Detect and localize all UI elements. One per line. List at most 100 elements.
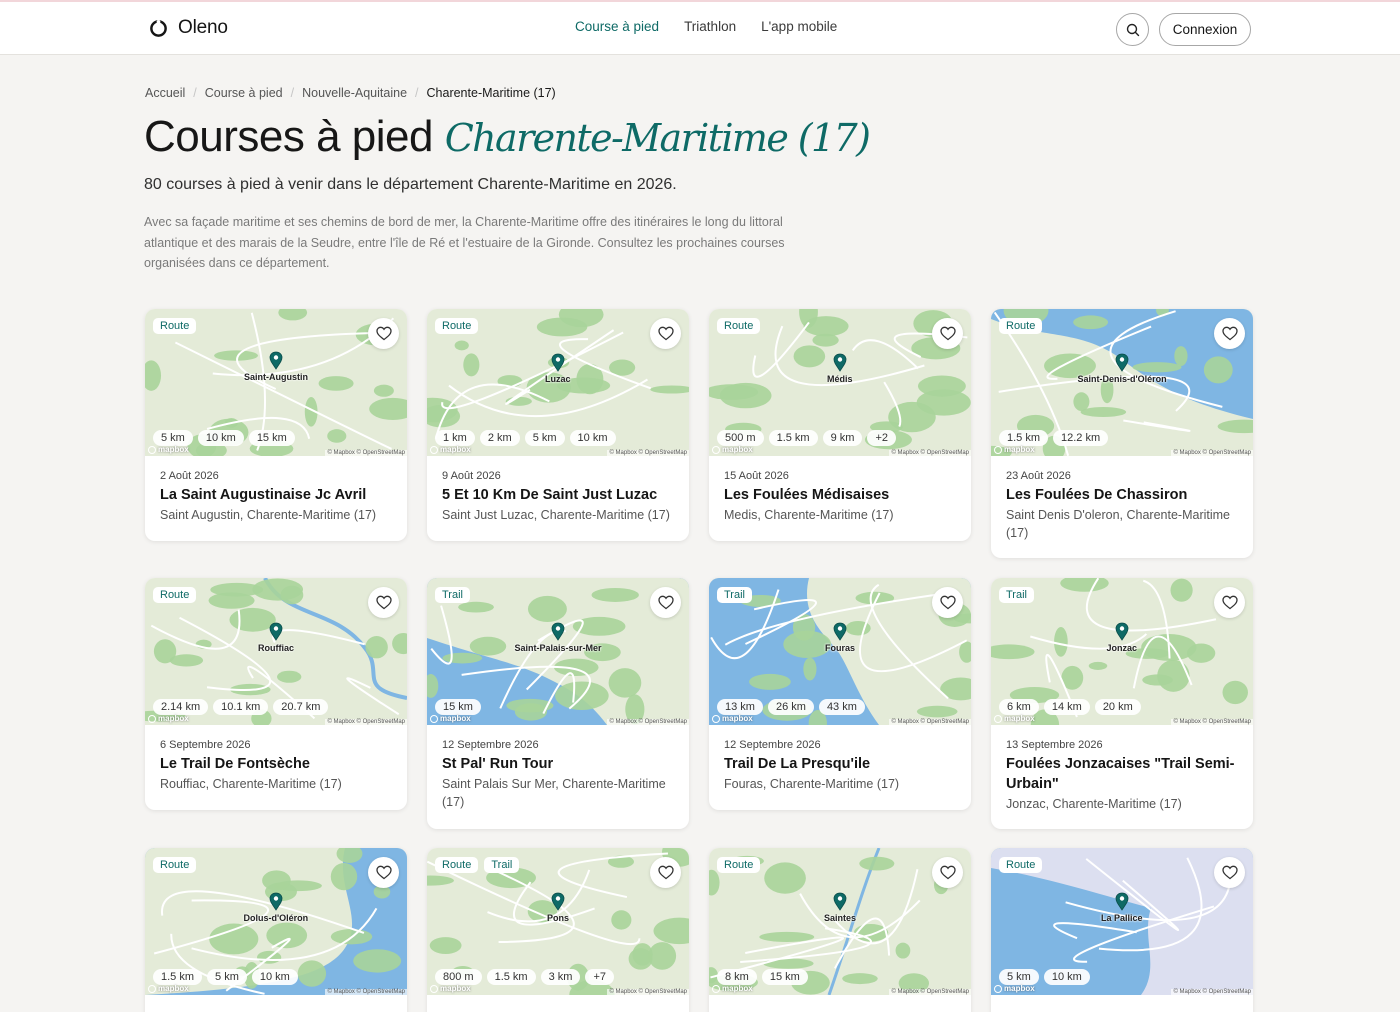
mapbox-logo: mapbox <box>430 714 471 723</box>
distance-chip: 13 km <box>717 699 763 715</box>
mapbox-logo: mapbox <box>994 445 1035 454</box>
distance-chip: 43 km <box>818 699 865 715</box>
distance-chip: 500 m <box>717 430 764 446</box>
race-card[interactable]: Route Saint-Denis-d'Oléron 1.5 km 12.2 km ma… <box>991 309 1253 558</box>
race-card[interactable]: Route Médis 500 m 1.5 km 9 km +2 mapbox © Mapbo… <box>709 309 971 541</box>
mapbox-icon <box>148 445 156 454</box>
nav-running[interactable]: Course à pied <box>575 19 659 34</box>
map-attribution[interactable]: © Mapbox © OpenStreetMap <box>607 719 689 725</box>
map-attribution[interactable]: © Mapbox © OpenStreetMap <box>1171 450 1253 456</box>
favorite-button[interactable] <box>932 318 963 349</box>
race-type-tag: Route <box>153 587 197 603</box>
race-title[interactable]: Foulées Jonzacaises "Trail Semi-Urbain" <box>1006 754 1238 794</box>
map-attribution[interactable]: © Mapbox © OpenStreetMap <box>889 989 971 995</box>
breadcrumb-running[interactable]: Course à pied <box>205 86 283 100</box>
map-attribution[interactable]: © Mapbox © OpenStreetMap <box>607 450 689 456</box>
mapbox-label: mapbox <box>1004 714 1035 723</box>
favorite-button[interactable] <box>932 857 963 888</box>
heart-icon <box>939 595 956 610</box>
race-date: 13 Septembre 2026 <box>1006 739 1103 751</box>
favorite-button[interactable] <box>1214 587 1245 618</box>
favorite-button[interactable] <box>932 587 963 618</box>
distance-list: 1 km 2 km 5 km 10 km <box>435 430 616 446</box>
race-card[interactable]: Route Luzac 1 km 2 km 5 km 10 km mapbox © Mapbo… <box>427 309 689 541</box>
map-place-label: Saint-Palais-sur-Mer <box>514 643 602 653</box>
map-place-label: Luzac <box>545 374 571 384</box>
map-place-label: Rouffiac <box>258 643 294 653</box>
race-card[interactable]: Route La Pallice 5 km 10 km mapbox © Mapbox ©… <box>991 848 1253 1012</box>
race-type-tag: Route <box>435 857 479 873</box>
race-card-body: 6 Septembre 2026 Le Trail De Fontsèche Rou… <box>145 725 407 807</box>
race-map: Trail Fouras 13 km 26 km 43 km mapbox © Mapbox… <box>709 578 971 725</box>
race-location: Rouffiac, Charente-Maritime (17) <box>160 777 342 791</box>
site-header: Oleno Course à pied Triathlon L'app mobi… <box>0 2 1400 55</box>
map-place-label: La Pallice <box>1101 913 1143 923</box>
favorite-button[interactable] <box>1214 318 1245 349</box>
mapbox-label: mapbox <box>722 445 753 454</box>
favorite-button[interactable] <box>650 587 681 618</box>
distance-chip: 10 km <box>197 430 244 446</box>
map-attribution[interactable]: © Mapbox © OpenStreetMap <box>325 989 407 995</box>
map-attribution[interactable]: © Mapbox © OpenStreetMap <box>325 719 407 725</box>
race-title[interactable]: La Saint Augustinaise Jc Avril <box>160 485 392 505</box>
distance-chip: 9 km <box>822 430 863 446</box>
race-card[interactable]: Route Trail Pons 800 m 1.5 km 3 km +7 mapbox © M… <box>427 848 689 1012</box>
race-map: Route Saint-Augustin 5 km 10 km 15 km mapbox ©… <box>145 309 407 456</box>
race-tags: Trail <box>999 587 1034 603</box>
race-card[interactable]: Route Saintes 8 km 15 km mapbox © Mapbox © Op… <box>709 848 971 1012</box>
favorite-button[interactable] <box>368 857 399 888</box>
favorite-button[interactable] <box>1214 857 1245 888</box>
favorite-button[interactable] <box>368 587 399 618</box>
heart-icon <box>375 595 392 610</box>
map-attribution[interactable]: © Mapbox © OpenStreetMap <box>1171 989 1253 995</box>
heart-icon <box>1221 595 1238 610</box>
login-button[interactable]: Connexion <box>1159 13 1251 46</box>
map-attribution[interactable]: © Mapbox © OpenStreetMap <box>1171 719 1253 725</box>
race-map: Route Saintes 8 km 15 km mapbox © Mapbox © Op… <box>709 848 971 995</box>
breadcrumb-region[interactable]: Nouvelle-Aquitaine <box>302 86 407 100</box>
logo-icon <box>150 19 167 37</box>
race-title[interactable]: St Pal' Run Tour <box>442 754 674 774</box>
nav-mobile-app[interactable]: L'app mobile <box>761 19 837 34</box>
race-card[interactable]: Trail Fouras 13 km 26 km 43 km mapbox © Mapbox… <box>709 578 971 810</box>
distance-chip: 8 km <box>717 969 757 985</box>
mapbox-icon <box>148 714 156 723</box>
race-card[interactable]: Route Rouffiac 2.14 km 10.1 km 20.7 km mapbox… <box>145 578 407 810</box>
race-type-tag: Trail <box>717 587 752 603</box>
distance-chip: 1.5 km <box>153 969 203 985</box>
breadcrumb-current: Charente-Maritime (17) <box>426 86 556 100</box>
favorite-button[interactable] <box>650 318 681 349</box>
race-card[interactable]: Trail Jonzac 6 km 14 km 20 km mapbox © Mapbox … <box>991 578 1253 829</box>
race-card[interactable]: Route Saint-Augustin 5 km 10 km 15 km mapbox ©… <box>145 309 407 541</box>
mapbox-logo: mapbox <box>148 714 189 723</box>
distance-chip: 12.2 km <box>1053 430 1109 446</box>
race-card[interactable]: Route Dolus-d'Oléron 1.5 km 5 km 10 km mapbox… <box>145 848 407 1012</box>
distance-chip: 10 km <box>1043 969 1090 985</box>
mapbox-icon <box>430 445 438 454</box>
mapbox-icon <box>148 984 156 993</box>
favorite-button[interactable] <box>650 857 681 888</box>
race-title[interactable]: 5 Et 10 Km De Saint Just Luzac <box>442 485 674 505</box>
heart-icon <box>1221 865 1238 880</box>
race-title[interactable]: Trail De La Presqu'ile <box>724 754 956 774</box>
favorite-button[interactable] <box>368 318 399 349</box>
race-type-tag: Trail <box>999 587 1034 603</box>
search-button[interactable] <box>1116 13 1149 46</box>
brand-logo[interactable]: Oleno <box>149 17 228 39</box>
race-card-body: 12 Septembre 2026 St Pal' Run Tour Saint P… <box>427 725 689 825</box>
distance-chip: 10.1 km <box>213 699 269 715</box>
race-title[interactable]: Le Trail De Fontsèche <box>160 754 392 774</box>
map-attribution[interactable]: © Mapbox © OpenStreetMap <box>889 450 971 456</box>
mapbox-logo: mapbox <box>712 714 753 723</box>
distance-chip: +7 <box>585 969 614 985</box>
page-intro: Avec sa façade maritime et ses chemins d… <box>144 215 785 270</box>
race-title[interactable]: Les Foulées De Chassiron <box>1006 485 1238 505</box>
map-attribution[interactable]: © Mapbox © OpenStreetMap <box>889 719 971 725</box>
race-title[interactable]: Les Foulées Médisaises <box>724 485 956 505</box>
breadcrumb-separator: / <box>193 86 197 100</box>
race-card[interactable]: Trail Saint-Palais-sur-Mer 15 km mapbox © Ma… <box>427 578 689 829</box>
breadcrumb-home[interactable]: Accueil <box>145 86 185 100</box>
map-attribution[interactable]: © Mapbox © OpenStreetMap <box>607 989 689 995</box>
nav-triathlon[interactable]: Triathlon <box>684 19 736 34</box>
map-attribution[interactable]: © Mapbox © OpenStreetMap <box>325 450 407 456</box>
